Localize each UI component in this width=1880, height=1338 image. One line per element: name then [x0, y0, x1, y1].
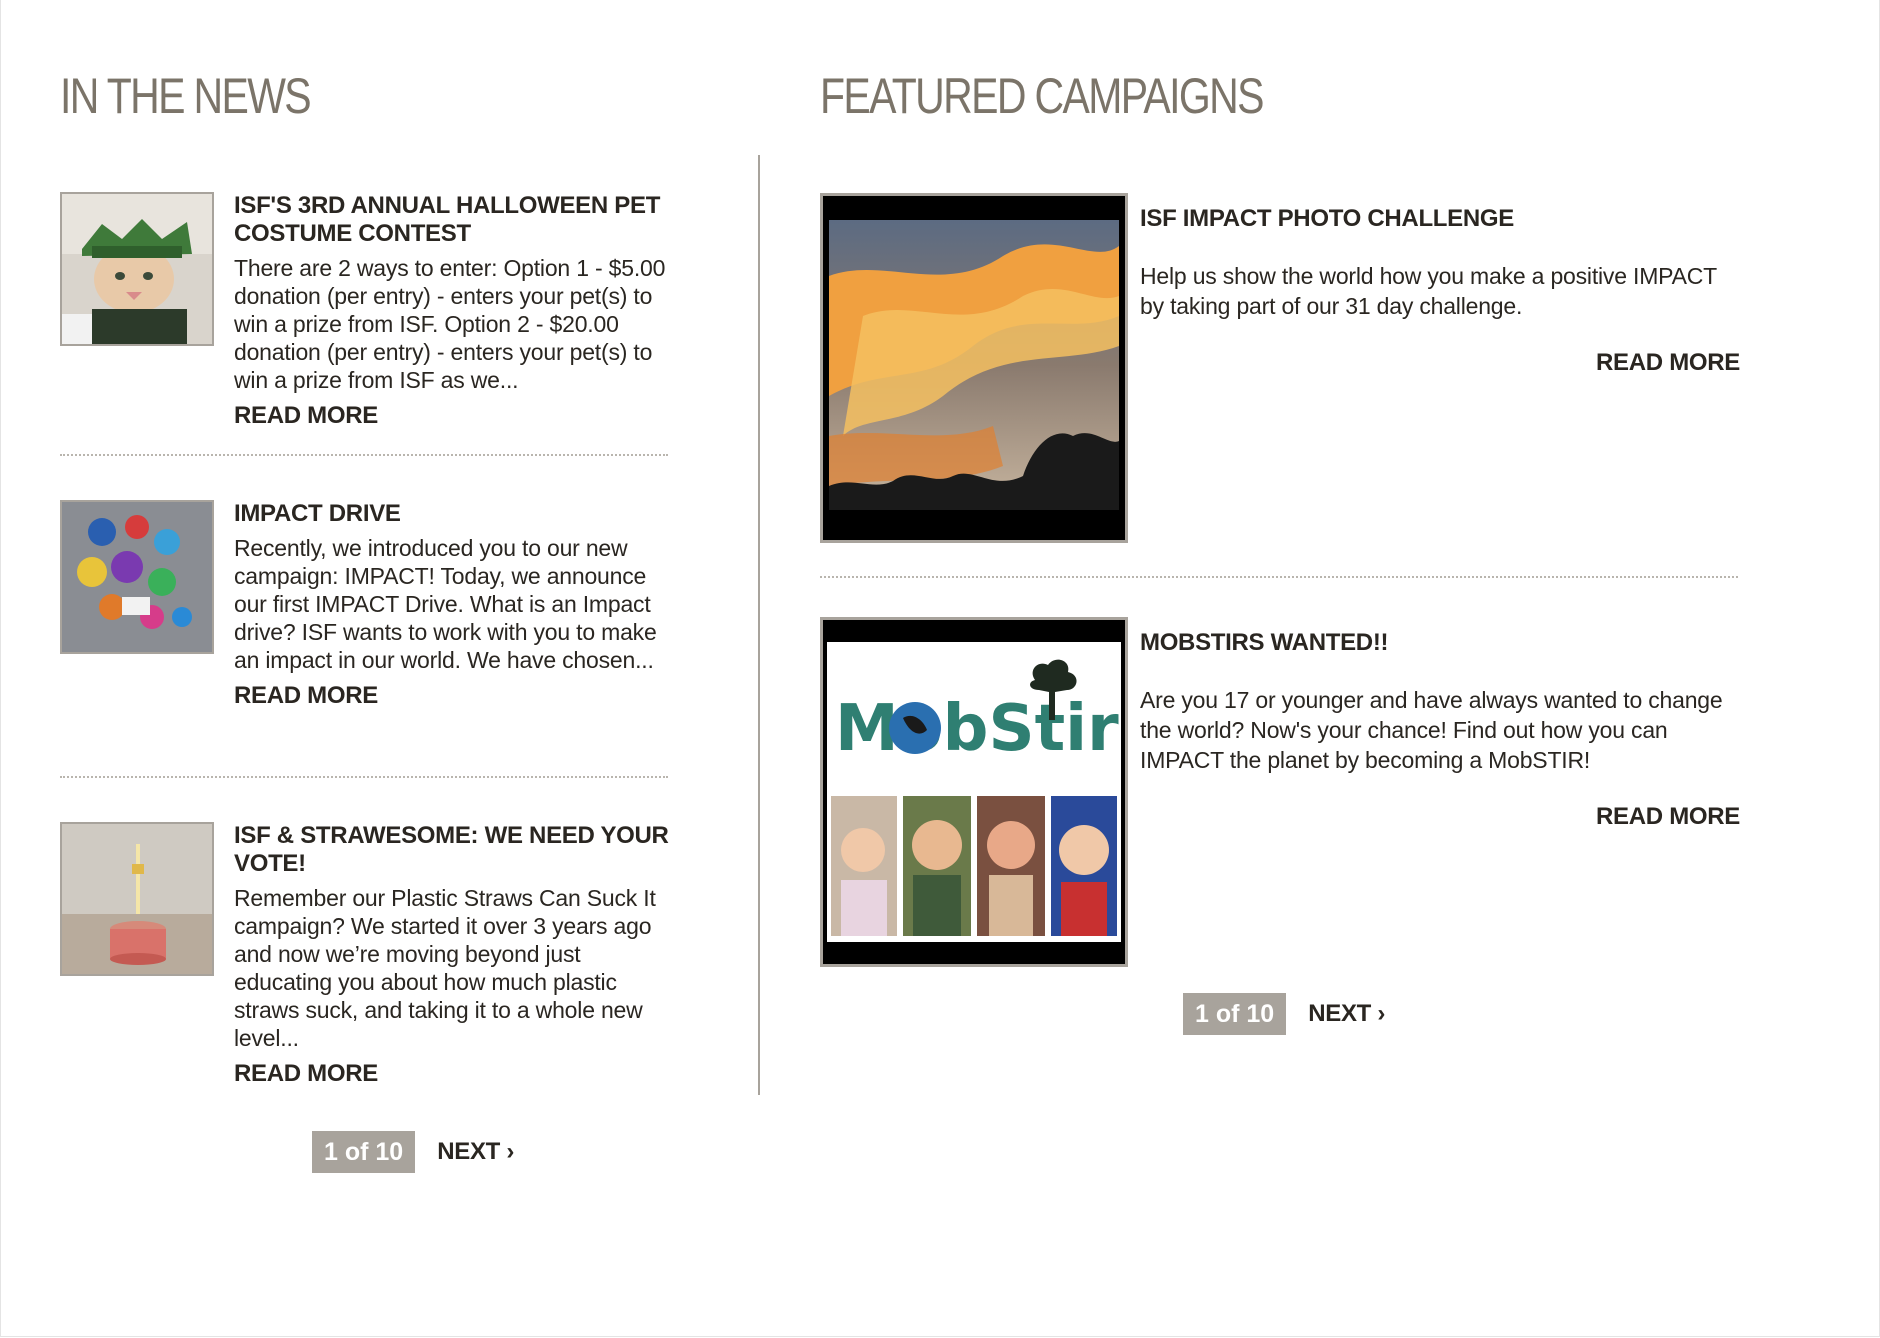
read-more-link[interactable]: READ MORE	[234, 402, 378, 430]
mobstir-logo-text: MobStir	[835, 692, 1119, 766]
read-more-link[interactable]: READ MORE	[1596, 349, 1740, 377]
news-thumbnail-straw[interactable]	[60, 822, 214, 976]
news-item-body: ISF'S 3RD ANNUAL HALLOWEEN PET COSTUME C…	[234, 192, 674, 430]
campaign-excerpt: Help us show the world how you make a po…	[1140, 263, 1717, 319]
news-item-title[interactable]: IMPACT DRIVE	[234, 500, 674, 528]
news-item-title[interactable]: ISF'S 3RD ANNUAL HALLOWEEN PET COSTUME C…	[234, 192, 674, 248]
campaign-excerpt: Are you 17 or younger and have always wa…	[1140, 687, 1723, 773]
campaign-body: MOBSTIRS WANTED!! Are you 17 or younger …	[1140, 629, 1740, 835]
campaign-title[interactable]: ISF IMPACT PHOTO CHALLENGE	[1140, 205, 1740, 233]
read-more-link[interactable]: READ MORE	[1596, 803, 1740, 831]
campaign-thumbnail-sunset[interactable]	[820, 193, 1128, 543]
news-item-body: ISF & STRAWESOME: WE NEED YOUR VOTE! Rem…	[234, 822, 674, 1088]
campaign-thumbnail-mobstir[interactable]: MobStir	[820, 617, 1128, 967]
news-separator	[60, 454, 668, 456]
news-thumbnail-cat[interactable]	[60, 192, 214, 346]
campaign-item: ISF IMPACT PHOTO CHALLENGE Help us show …	[820, 193, 1740, 543]
news-section: IN THE NEWS ISF'S 3RD ANNUAL HALLOWEEN P…	[60, 60, 670, 1092]
campaigns-heading: FEATURED CAMPAIGNS	[820, 68, 1264, 124]
news-item-excerpt: Remember our Plastic Straws Can Suck It …	[234, 885, 656, 1051]
news-item: IMPACT DRIVE Recently, we introduced you…	[60, 500, 670, 744]
page-indicator: 1 of 10	[1183, 993, 1287, 1035]
next-page-button[interactable]: NEXT ›	[437, 1138, 514, 1166]
campaigns-pagination: 1 of 10 NEXT ›	[1183, 993, 1385, 1035]
campaign-item: MobStir MOBSTIRS WANTED!! Are you 17 or …	[820, 617, 1740, 967]
page-indicator: 1 of 10	[312, 1131, 416, 1173]
campaign-separator	[820, 576, 1738, 578]
news-item: ISF & STRAWESOME: WE NEED YOUR VOTE! Rem…	[60, 822, 670, 1092]
news-pagination: 1 of 10 NEXT ›	[312, 1131, 514, 1173]
news-thumbnail-toys[interactable]	[60, 500, 214, 654]
read-more-link[interactable]: READ MORE	[234, 1060, 378, 1088]
news-heading: IN THE NEWS	[60, 68, 312, 124]
read-more-link[interactable]: READ MORE	[234, 682, 378, 710]
news-separator	[60, 776, 668, 778]
news-item-body: IMPACT DRIVE Recently, we introduced you…	[234, 500, 674, 710]
news-item-excerpt: Recently, we introduced you to our new c…	[234, 535, 657, 673]
next-page-button[interactable]: NEXT ›	[1308, 1000, 1385, 1028]
campaign-body: ISF IMPACT PHOTO CHALLENGE Help us show …	[1140, 205, 1740, 381]
campaign-title[interactable]: MOBSTIRS WANTED!!	[1140, 629, 1740, 657]
news-item-excerpt: There are 2 ways to enter: Option 1 - $5…	[234, 255, 666, 393]
campaigns-section: FEATURED CAMPAIGNS ISF IMPACT PHOTO CHAL…	[820, 60, 1740, 967]
column-divider	[758, 155, 760, 1095]
news-item-title[interactable]: ISF & STRAWESOME: WE NEED YOUR VOTE!	[234, 822, 674, 878]
news-item: ISF'S 3RD ANNUAL HALLOWEEN PET COSTUME C…	[60, 192, 670, 454]
